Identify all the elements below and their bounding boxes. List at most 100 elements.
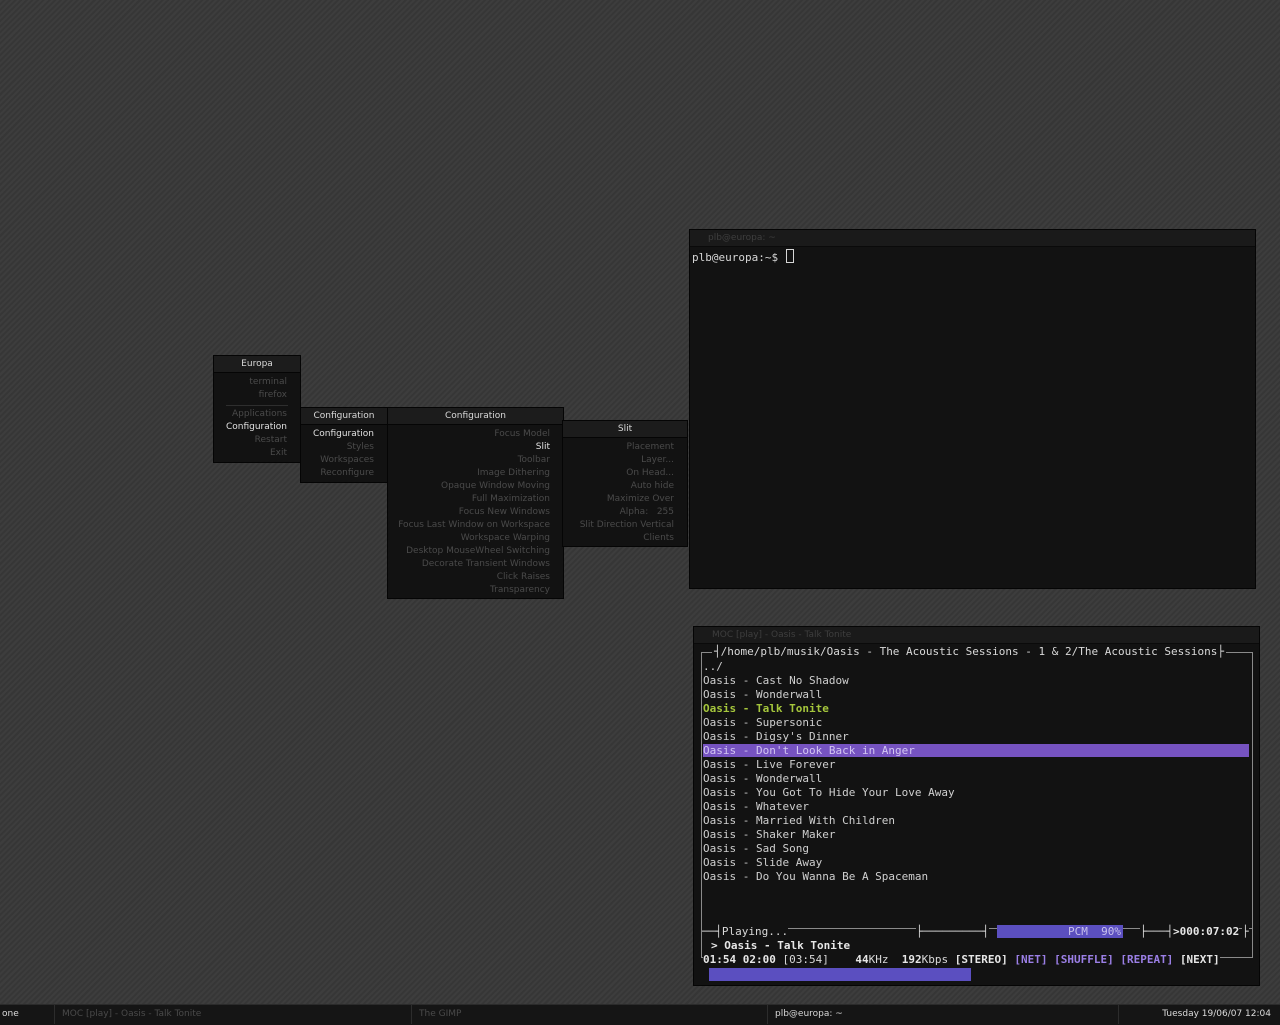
- moc-tag-repeat: [REPEAT]: [1120, 953, 1174, 966]
- configuration-menu-title: Configuration: [301, 408, 387, 425]
- menu-item-reconfigure[interactable]: Reconfigure: [301, 467, 387, 480]
- taskbar-separator: [411, 1005, 412, 1024]
- moc-path-text: /home/plb/musik/Oasis - The Acoustic Ses…: [720, 645, 1218, 658]
- menu-item-focus-last-window[interactable]: Focus Last Window on Workspace: [388, 519, 563, 532]
- moc-mixer-value: 90%: [1101, 925, 1121, 938]
- menu-item-firefox[interactable]: firefox: [214, 389, 300, 402]
- moc-mixer-name: PCM: [1068, 925, 1088, 938]
- moc-rate: 44: [855, 953, 869, 966]
- taskbar-separator: [767, 1005, 768, 1024]
- terminal-window[interactable]: plb@europa: ~ plb@europa:~$: [689, 229, 1256, 589]
- menu-item-exit[interactable]: Exit: [214, 447, 300, 460]
- moc-track-item[interactable]: Oasis - Cast No Shadow: [703, 674, 1249, 687]
- menu-item-decorate-transient[interactable]: Decorate Transient Windows: [388, 558, 563, 571]
- menu-item-focus-new-windows[interactable]: Focus New Windows: [388, 506, 563, 519]
- root-menu: Europa terminal firefox Applications Con…: [213, 355, 301, 463]
- moc-track-item[interactable]: Oasis - Sad Song: [703, 842, 1249, 855]
- terminal-title-bar[interactable]: plb@europa: ~: [690, 230, 1255, 247]
- taskbar-clock: Tuesday 19/06/07 12:04: [1162, 1009, 1271, 1019]
- menu-item-desktop-mousewheel[interactable]: Desktop MouseWheel Switching: [388, 545, 563, 558]
- menu-item-on-head[interactable]: On Head...: [563, 467, 687, 480]
- moc-total-end: ├: [1242, 925, 1249, 938]
- moc-path: ┤/home/plb/musik/Oasis - The Acoustic Se…: [712, 645, 1226, 658]
- moc-remaining: 02:00: [742, 953, 776, 966]
- moc-track-item[interactable]: Oasis - You Got To Hide Your Love Away: [703, 786, 1249, 799]
- moc-duration: [03:54]: [782, 953, 829, 966]
- terminal-prompt: plb@europa:~$: [692, 251, 785, 264]
- slit-menu: Slit Placement Layer... On Head... Auto …: [562, 420, 688, 547]
- taskbar-task-terminal[interactable]: plb@europa: ~: [775, 1005, 1115, 1024]
- menu-item-applications[interactable]: Applications: [214, 408, 300, 421]
- moc-mixer-label: PCM 90%: [1068, 925, 1121, 938]
- moc-now-playing: > Oasis - Talk Tonite: [711, 939, 851, 952]
- menu-item-click-raises[interactable]: Click Raises: [388, 571, 563, 584]
- moc-window[interactable]: MOC [play] - Oasis - Talk Tonite ┤/home/…: [693, 626, 1260, 986]
- configuration-submenu-title: Configuration: [388, 408, 563, 425]
- moc-title-bar[interactable]: MOC [play] - Oasis - Talk Tonite: [694, 627, 1259, 644]
- moc-tag-net: [NET]: [1014, 953, 1048, 966]
- taskbar-task-gimp[interactable]: The GIMP: [419, 1005, 764, 1024]
- taskbar: one MOC [play] - Oasis - Talk Tonite The…: [0, 1004, 1280, 1025]
- moc-status-left: ──┤Playing...: [702, 925, 789, 938]
- moc-track-item[interactable]: Oasis - Slide Away: [703, 856, 1249, 869]
- menu-item-auto-hide[interactable]: Auto hide: [563, 480, 687, 493]
- moc-track-item[interactable]: Oasis - Live Forever: [703, 758, 1249, 771]
- menu-item-workspace-warping[interactable]: Workspace Warping: [388, 532, 563, 545]
- moc-elapsed: 01:54: [703, 953, 737, 966]
- menu-item-opaque-window-moving[interactable]: Opaque Window Moving: [388, 480, 563, 493]
- menu-item-toolbar[interactable]: Toolbar: [388, 454, 563, 467]
- menu-item-workspaces[interactable]: Workspaces: [301, 454, 387, 467]
- menu-item-slit-direction[interactable]: Slit Direction Vertical: [563, 519, 687, 532]
- taskbar-separator: [1118, 1005, 1119, 1024]
- root-menu-title: Europa: [214, 356, 300, 373]
- moc-track-item[interactable]: Oasis - Talk Tonite: [703, 702, 1249, 715]
- menu-item-slit[interactable]: Slit: [388, 441, 563, 454]
- menu-item-layer[interactable]: Layer...: [563, 454, 687, 467]
- moc-rate-unit: KHz: [868, 953, 889, 966]
- menu-item-restart[interactable]: Restart: [214, 434, 300, 447]
- moc-track-item[interactable]: Oasis - Digsy's Dinner: [703, 730, 1249, 743]
- configuration-menu: Configuration Configuration Styles Works…: [300, 407, 388, 483]
- taskbar-separator: [54, 1005, 55, 1024]
- menu-item-full-maximization[interactable]: Full Maximization: [388, 493, 563, 506]
- menu-item-placement[interactable]: Placement: [563, 441, 687, 454]
- moc-track-item[interactable]: Oasis - Wonderwall: [703, 772, 1249, 785]
- moc-divider-a: ├─────────┤: [916, 925, 989, 938]
- moc-divider-b: ├───┤: [1140, 925, 1174, 938]
- moc-status: Playing...: [721, 925, 789, 938]
- moc-time-line: 01:54 02:00 [03:54] 44KHz 192Kbps [STERE…: [703, 953, 1220, 966]
- moc-track-item[interactable]: Oasis - Wonderwall: [703, 688, 1249, 701]
- moc-track-item[interactable]: Oasis - Whatever: [703, 800, 1249, 813]
- menu-item-image-dithering[interactable]: Image Dithering: [388, 467, 563, 480]
- moc-track-item[interactable]: Oasis - Shaker Maker: [703, 828, 1249, 841]
- menu-item-transparency[interactable]: Transparency: [388, 584, 563, 597]
- menu-item-clients[interactable]: Clients: [563, 532, 687, 545]
- moc-track-item[interactable]: Oasis - Don't Look Back in Anger: [703, 744, 1249, 757]
- menu-item-terminal[interactable]: terminal: [214, 376, 300, 389]
- menu-item-focus-model[interactable]: Focus Model: [388, 428, 563, 441]
- terminal-cursor: [785, 249, 794, 263]
- moc-track-item[interactable]: Oasis - Do You Wanna Be A Spaceman: [703, 870, 1249, 883]
- moc-bitrate: 192: [901, 953, 922, 966]
- moc-total-time: >000:07:02: [1173, 925, 1240, 938]
- moc-progress-bar: [709, 968, 971, 981]
- moc-bitrate-unit: Kbps: [921, 953, 949, 966]
- menu-item-maximize-over[interactable]: Maximize Over: [563, 493, 687, 506]
- menu-item-styles[interactable]: Styles: [301, 441, 387, 454]
- menu-item-configuration[interactable]: Configuration: [214, 421, 300, 434]
- moc-track-item[interactable]: ../: [703, 660, 1249, 673]
- moc-track-item[interactable]: Oasis - Married With Children: [703, 814, 1249, 827]
- menu-item-alpha[interactable]: Alpha: 255: [563, 506, 687, 519]
- slit-menu-title: Slit: [563, 421, 687, 438]
- moc-progress-track[interactable]: [709, 968, 1243, 981]
- terminal-content[interactable]: plb@europa:~$: [692, 249, 794, 264]
- menu-item-configuration-sub[interactable]: Configuration: [301, 428, 387, 441]
- taskbar-task-moc[interactable]: MOC [play] - Oasis - Talk Tonite: [62, 1005, 407, 1024]
- moc-tag-next: [NEXT]: [1179, 953, 1220, 966]
- configuration-submenu: Configuration Focus Model Slit Toolbar I…: [387, 407, 564, 599]
- taskbar-workspace[interactable]: one: [2, 1005, 50, 1024]
- menu-separator: [214, 402, 300, 408]
- moc-tag-stereo: [STEREO]: [954, 953, 1008, 966]
- moc-tag-shuffle: [SHUFFLE]: [1054, 953, 1114, 966]
- moc-track-item[interactable]: Oasis - Supersonic: [703, 716, 1249, 729]
